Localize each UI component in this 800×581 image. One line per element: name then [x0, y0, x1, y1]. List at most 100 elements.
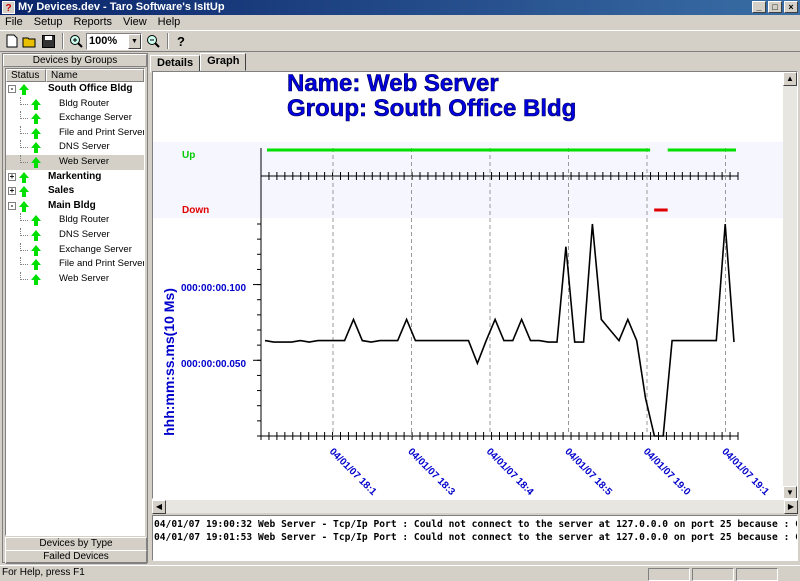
tab-graph[interactable]: Graph [200, 53, 247, 71]
menu-setup[interactable]: Setup [29, 15, 69, 30]
tree-device-row[interactable]: Web Server [6, 271, 144, 287]
tree-item-label: Exchange Server [59, 112, 132, 124]
menu-reports[interactable]: Reports [68, 15, 118, 30]
x-tick-label: 04/01/07 18:5 [562, 446, 614, 498]
event-log[interactable]: 04/01/07 19:00:32 Web Server - Tcp/Ip Po… [152, 515, 798, 561]
zoom-out-icon[interactable] [145, 33, 161, 49]
y-tick-label-100: 000:00:00.100 [181, 283, 246, 294]
tree-group-row[interactable]: + Markenting [6, 170, 144, 185]
menu-bar: File Setup Reports View Help [0, 15, 800, 30]
tree-group-row[interactable]: + Sales [6, 184, 144, 199]
y-tick-label-050: 000:00:00.050 [181, 359, 246, 370]
status-up-arrow-icon [19, 171, 29, 183]
device-tree[interactable]: Status Name - South Office Bldg Bldg Route… [5, 68, 145, 536]
expand-icon[interactable]: + [8, 187, 16, 196]
tree-item-label: Bldg Router [59, 97, 110, 109]
devices-by-type-button[interactable]: Devices by Type [5, 537, 147, 551]
tree-group-row[interactable]: - South Office Bldg [6, 82, 144, 97]
graph-title-group: Group: South Office Bldg [287, 95, 576, 122]
question-icon: ? [2, 1, 15, 14]
tree-connector [20, 257, 28, 266]
window-title: My Devices.dev - Taro Software's IsItUp [18, 1, 225, 13]
tree-connector [20, 154, 28, 163]
scroll-down-icon[interactable]: ▼ [783, 486, 797, 498]
menu-view[interactable]: View [118, 15, 153, 30]
tree-device-row[interactable]: DNS Server [6, 227, 144, 243]
log-entry: 04/01/07 19:00:32 Web Server - Tcp/Ip Po… [154, 519, 797, 530]
status-up-arrow-icon [31, 142, 41, 154]
left-pane: Devices by Groups Status Name - South Off… [2, 53, 148, 564]
tree-item-label: DNS Server [59, 228, 110, 240]
tree-item-label: Main Bldg [48, 199, 96, 211]
scroll-right-icon[interactable]: ▶ [784, 500, 798, 514]
graph-vertical-scrollbar[interactable]: ▲ ▼ [783, 72, 797, 498]
tree-connector [20, 227, 28, 236]
open-folder-icon[interactable] [22, 33, 38, 49]
scroll-left-icon[interactable]: ◀ [152, 500, 166, 514]
toolbar-separator [62, 33, 64, 49]
tree-connector [20, 140, 28, 149]
status-up-arrow-icon [19, 84, 29, 95]
graph-horizontal-scrollbar[interactable]: ◀ ▶ [152, 499, 798, 514]
tree-device-row[interactable]: File and Print Server [6, 125, 144, 141]
tree-group-row[interactable]: - Main Bldg [6, 199, 144, 214]
minimize-button[interactable]: _ [752, 1, 766, 13]
title-bar: ? My Devices.dev - Taro Software's IsItU… [0, 0, 800, 15]
zoom-in-icon[interactable] [68, 33, 84, 49]
menu-help[interactable]: Help [153, 15, 187, 30]
expand-icon[interactable]: + [8, 172, 16, 181]
tree-connector [20, 242, 28, 251]
tree-device-row[interactable]: Bldg Router [6, 96, 144, 112]
tree-device-row[interactable]: File and Print Server [6, 257, 144, 272]
status-up-arrow-icon [31, 215, 41, 227]
x-tick-label: 04/01/07 18:4 [484, 446, 536, 498]
collapse-icon[interactable]: - [8, 201, 16, 210]
status-up-arrow-icon [31, 244, 41, 256]
toolbar: 100% ▼ ? [0, 30, 800, 52]
failed-devices-button[interactable]: Failed Devices [5, 550, 147, 564]
status-up-arrow-icon [31, 273, 41, 285]
right-pane: Details Graph Name: Web Server Group: So… [150, 53, 800, 563]
x-tick-label: 04/01/07 18:3 [405, 446, 457, 498]
help-icon[interactable]: ? [173, 33, 189, 49]
tree-device-row[interactable]: Bldg Router [6, 213, 144, 228]
close-button[interactable]: × [784, 1, 798, 13]
new-file-icon[interactable] [4, 33, 20, 49]
save-icon[interactable] [40, 33, 56, 49]
chevron-down-icon[interactable]: ▼ [128, 33, 141, 49]
tree-item-label: File and Print Server [59, 258, 145, 270]
tree-connector [20, 271, 28, 280]
menu-file[interactable]: File [0, 15, 29, 30]
collapse-icon[interactable]: - [8, 85, 16, 93]
graph-title-name: Name: Web Server [287, 72, 499, 97]
status-column-header[interactable]: Status [6, 69, 46, 82]
zoom-select[interactable]: 100% ▼ [86, 32, 142, 50]
devices-by-groups-header[interactable]: Devices by Groups [3, 54, 147, 67]
status-bar: For Help, press F1 [0, 565, 800, 581]
tree-device-row[interactable]: DNS Server [6, 140, 144, 155]
tree-item-label: Bldg Router [59, 214, 110, 226]
maximize-button[interactable]: □ [768, 1, 782, 13]
response-time-series-line [264, 223, 735, 437]
tree-device-row[interactable]: Web Server [6, 154, 144, 170]
tree-connector [20, 96, 28, 105]
tree-device-row[interactable]: Exchange Server [6, 242, 144, 258]
up-label: Up [182, 150, 195, 161]
name-column-header[interactable]: Name [46, 69, 144, 82]
toolbar-separator [167, 33, 169, 49]
tree-item-label: South Office Bldg [48, 83, 133, 94]
down-label: Down [182, 205, 209, 216]
status-up-arrow-icon [31, 259, 41, 271]
tree-connector [20, 125, 28, 134]
graph-panel: Name: Web Server Group: South Office Bld… [152, 71, 798, 499]
tree-connector [20, 213, 28, 222]
status-cell [736, 568, 778, 581]
tree-item-label: Web Server [59, 272, 109, 284]
view-tabs: Details Graph [150, 53, 247, 73]
log-entry: 04/01/07 19:01:53 Web Server - Tcp/Ip Po… [154, 532, 797, 543]
tree-item-label: DNS Server [59, 141, 110, 153]
scroll-up-icon[interactable]: ▲ [783, 72, 797, 86]
tree-connector [20, 111, 28, 120]
status-up-arrow-icon [31, 98, 41, 110]
tree-device-row[interactable]: Exchange Server [6, 111, 144, 126]
